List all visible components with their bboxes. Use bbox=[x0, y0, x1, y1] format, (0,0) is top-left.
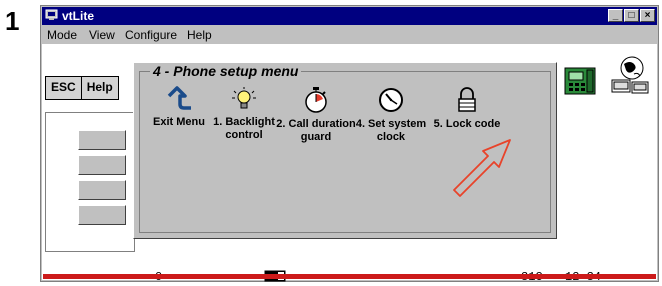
maximize-button[interactable]: □ bbox=[624, 9, 639, 22]
phone-icon[interactable] bbox=[559, 58, 603, 102]
menu-item-lock-code[interactable]: 5. Lock code bbox=[428, 86, 506, 131]
dialog-frame: 4 - Phone setup menu Exit Menu 1. Backli… bbox=[139, 63, 551, 233]
close-icon: × bbox=[644, 10, 651, 21]
softkey-button-1[interactable] bbox=[78, 130, 126, 150]
step-number: 1 bbox=[5, 6, 20, 36]
clock-icon bbox=[379, 88, 403, 112]
close-button[interactable]: × bbox=[640, 9, 655, 22]
network-globe-icon[interactable] bbox=[608, 54, 652, 98]
menu-view[interactable]: View bbox=[89, 28, 115, 42]
padlock-icon bbox=[458, 87, 476, 112]
stopwatch-icon bbox=[305, 87, 327, 113]
exit-arrow-icon bbox=[167, 86, 191, 110]
menu-item-call-duration[interactable]: 2. Call duration guard bbox=[274, 86, 358, 144]
softkey-button-3[interactable] bbox=[78, 180, 126, 200]
minimize-icon: _ bbox=[612, 10, 619, 21]
menu-item-label: 4. Set system clock bbox=[355, 118, 427, 143]
menu-bar: Mode View Configure Help bbox=[42, 26, 657, 44]
softkey-button-2[interactable] bbox=[78, 155, 126, 175]
lightbulb-icon bbox=[232, 87, 256, 109]
esc-button[interactable]: ESC bbox=[46, 77, 82, 99]
dialog-title: 4 - Phone setup menu bbox=[150, 63, 302, 79]
menu-item-label: 2. Call duration guard bbox=[276, 118, 356, 143]
maximize-icon: □ bbox=[628, 10, 635, 21]
menu-item-system-clock[interactable]: 4. Set system clock bbox=[349, 86, 433, 144]
phone-setup-dialog: 4 - Phone setup menu Exit Menu 1. Backli… bbox=[133, 62, 557, 239]
pointer-arrow-icon bbox=[453, 139, 511, 197]
menu-mode[interactable]: Mode bbox=[47, 28, 77, 42]
app-icon bbox=[45, 9, 58, 20]
status-color-bar bbox=[43, 274, 656, 279]
menu-help[interactable]: Help bbox=[187, 28, 212, 42]
menu-configure[interactable]: Configure bbox=[125, 28, 177, 42]
help-button[interactable]: Help bbox=[82, 77, 118, 99]
softkey-button-4[interactable] bbox=[78, 205, 126, 225]
toolbar: ESC Help bbox=[45, 76, 119, 100]
minimize-button[interactable]: _ bbox=[608, 9, 623, 22]
title-bar: vtLite _ □ × bbox=[42, 7, 657, 25]
window-title: vtLite bbox=[62, 9, 95, 23]
